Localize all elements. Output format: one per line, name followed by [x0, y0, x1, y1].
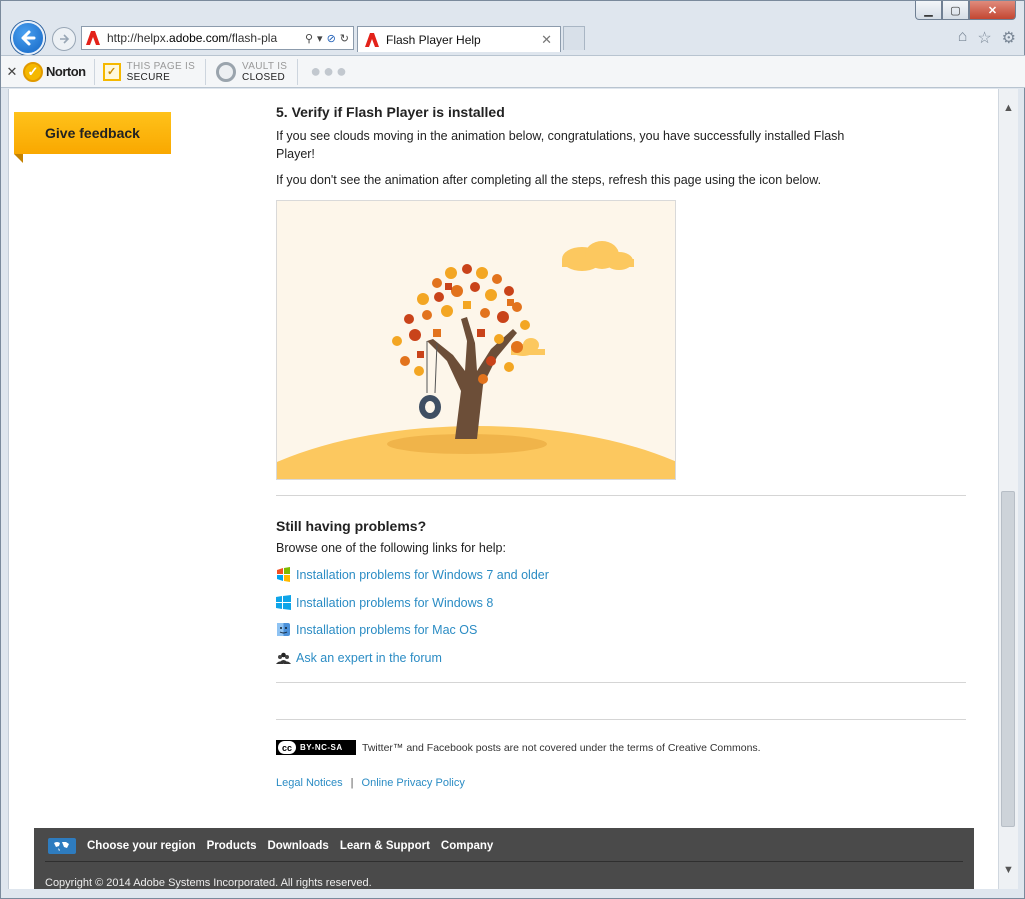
link-windows8[interactable]: Installation problems for Windows 8 — [276, 595, 493, 610]
refresh-icon[interactable]: ↻ — [340, 32, 349, 45]
link-windows7-label[interactable]: Installation problems for Windows 7 and … — [296, 568, 549, 582]
tree-animation-image — [277, 201, 675, 479]
window-controls: ▁ ▢ ✕ — [915, 1, 1016, 20]
windows8-icon — [276, 595, 291, 610]
link-windows8-label[interactable]: Installation problems for Windows 8 — [296, 596, 493, 610]
feedback-fold — [14, 154, 23, 163]
back-arrow-icon — [21, 30, 36, 46]
privacy-policy-link[interactable]: Online Privacy Policy — [362, 777, 465, 789]
forum-icon — [276, 652, 291, 664]
scroll-up-icon[interactable]: ▲ — [999, 99, 1018, 117]
browser-right-icons: ⌂ ☆ ⚙ — [958, 28, 1016, 48]
compatibility-icon[interactable]: ⊘ — [327, 32, 336, 45]
tab-title: Flash Player Help — [386, 32, 481, 47]
vertical-scrollbar[interactable]: ▲ ▼ — [998, 89, 1018, 889]
paragraph-2: If you don't see the animation after com… — [276, 173, 822, 187]
favorites-icon[interactable]: ☆ — [977, 28, 991, 48]
link-forum-label[interactable]: Ask an expert in the forum — [296, 651, 442, 665]
adobe-favicon-icon — [86, 31, 100, 45]
world-map-icon — [54, 842, 69, 851]
site-footer: Choose your region Products Downloads Le… — [34, 828, 974, 889]
still-subtitle: Browse one of the following links for he… — [276, 541, 506, 555]
legal-links: Legal Notices | Online Privacy Policy — [276, 777, 465, 789]
forward-arrow-icon — [60, 34, 70, 44]
vault-indicator[interactable]: VAULT IS CLOSED — [206, 58, 299, 85]
link-macos-label[interactable]: Installation problems for Mac OS — [296, 623, 477, 637]
url-domain: adobe.com — [169, 31, 229, 45]
secure-check-icon: ✓ — [102, 62, 121, 81]
divider — [276, 682, 966, 683]
cc-icon: cc — [278, 741, 296, 754]
windows7-icon — [277, 567, 290, 582]
close-window-button[interactable]: ✕ — [969, 1, 1016, 20]
maximize-button[interactable]: ▢ — [942, 1, 969, 20]
vault-icon — [216, 61, 237, 82]
still-having-problems-title: Still having problems? — [276, 518, 427, 534]
navigation-bar: http://helpx.adobe.com/flash-pla ⚲ ▾ ⊘ ↻… — [1, 19, 1025, 55]
footer-nav: Choose your region Products Downloads Le… — [48, 838, 493, 854]
scrollbar-thumb[interactable] — [1001, 491, 1015, 827]
vault-line1: VAULT IS — [242, 60, 288, 72]
page-content: Give feedback 5. Verify if Flash Player … — [8, 89, 998, 889]
cc-license-badge[interactable]: cc BY-NC-SA — [276, 740, 356, 755]
divider — [276, 719, 966, 720]
address-icons: ⚲ ▾ ⊘ ↻ — [305, 32, 353, 45]
tab-close-icon[interactable]: ✕ — [541, 32, 552, 48]
link-macos[interactable]: Installation problems for Mac OS — [276, 622, 477, 637]
company-link[interactable]: Company — [441, 840, 493, 852]
divider — [276, 495, 966, 496]
link-windows7[interactable]: Installation problems for Windows 7 and … — [276, 567, 549, 582]
norton-brand: Norton — [46, 64, 86, 79]
give-feedback-button[interactable]: Give feedback — [14, 112, 171, 154]
choose-region-link[interactable]: Choose your region — [87, 840, 196, 852]
legal-notices-link[interactable]: Legal Notices — [276, 777, 343, 789]
paragraph-1-line2: Player! — [276, 147, 315, 161]
legal-separator: | — [350, 777, 354, 789]
macos-icon — [277, 623, 290, 636]
tab-flash-player-help[interactable]: Flash Player Help ✕ — [357, 26, 561, 52]
secure-line1: THIS PAGE IS — [126, 60, 196, 72]
cc-notice: Twitter™ and Facebook posts are not cove… — [362, 741, 761, 754]
flash-animation — [276, 200, 676, 480]
downloads-link[interactable]: Downloads — [267, 840, 328, 852]
dropdown-icon[interactable]: ▾ — [317, 32, 323, 45]
copyright: Copyright © 2014 Adobe Systems Incorpora… — [45, 877, 372, 889]
toolbar-close-icon[interactable]: ✕ — [1, 64, 23, 80]
back-button[interactable] — [11, 21, 45, 55]
page-secure-indicator[interactable]: ✓ THIS PAGE IS SECURE — [95, 58, 207, 85]
norton-toolbar: ✕ ✓ Norton ✓ THIS PAGE IS SECURE VAULT I… — [1, 55, 1025, 88]
norton-logo[interactable]: ✓ Norton — [23, 58, 95, 85]
more-options-icon[interactable]: ●●● — [298, 61, 349, 82]
step-title: 5. Verify if Flash Player is installed — [276, 104, 505, 120]
search-icon[interactable]: ⚲ — [305, 32, 313, 45]
norton-check-icon: ✓ — [23, 61, 43, 82]
address-bar[interactable]: http://helpx.adobe.com/flash-pla ⚲ ▾ ⊘ ↻ — [81, 26, 354, 50]
scroll-down-icon[interactable]: ▼ — [999, 861, 1018, 879]
url-prefix: http://helpx. — [107, 31, 170, 45]
globe-icon[interactable] — [48, 838, 76, 854]
link-forum[interactable]: Ask an expert in the forum — [276, 650, 442, 665]
creative-commons-row: cc BY-NC-SA Twitter™ and Facebook posts … — [276, 740, 761, 755]
address-url[interactable]: http://helpx.adobe.com/flash-pla — [107, 31, 305, 45]
learn-support-link[interactable]: Learn & Support — [340, 840, 430, 852]
paragraph-1: If you see clouds moving in the animatio… — [276, 127, 844, 163]
products-link[interactable]: Products — [207, 840, 257, 852]
adobe-favicon-icon — [365, 32, 379, 47]
secure-line2: SECURE — [126, 71, 171, 83]
footer-divider — [45, 861, 963, 862]
forward-button[interactable] — [52, 27, 76, 51]
new-tab-button[interactable] — [563, 26, 585, 50]
url-suffix: /flash-pla — [228, 31, 278, 45]
cc-badge-text: BY-NC-SA — [300, 743, 343, 752]
home-icon[interactable]: ⌂ — [958, 28, 968, 48]
settings-icon[interactable]: ⚙ — [1002, 28, 1016, 48]
browser-window: ▁ ▢ ✕ http://helpx.adobe.com/flash-pla ⚲… — [0, 0, 1025, 899]
vault-line2: CLOSED — [242, 71, 285, 83]
paragraph-1-line1: If you see clouds moving in the animatio… — [276, 129, 845, 143]
minimize-button[interactable]: ▁ — [915, 1, 942, 20]
